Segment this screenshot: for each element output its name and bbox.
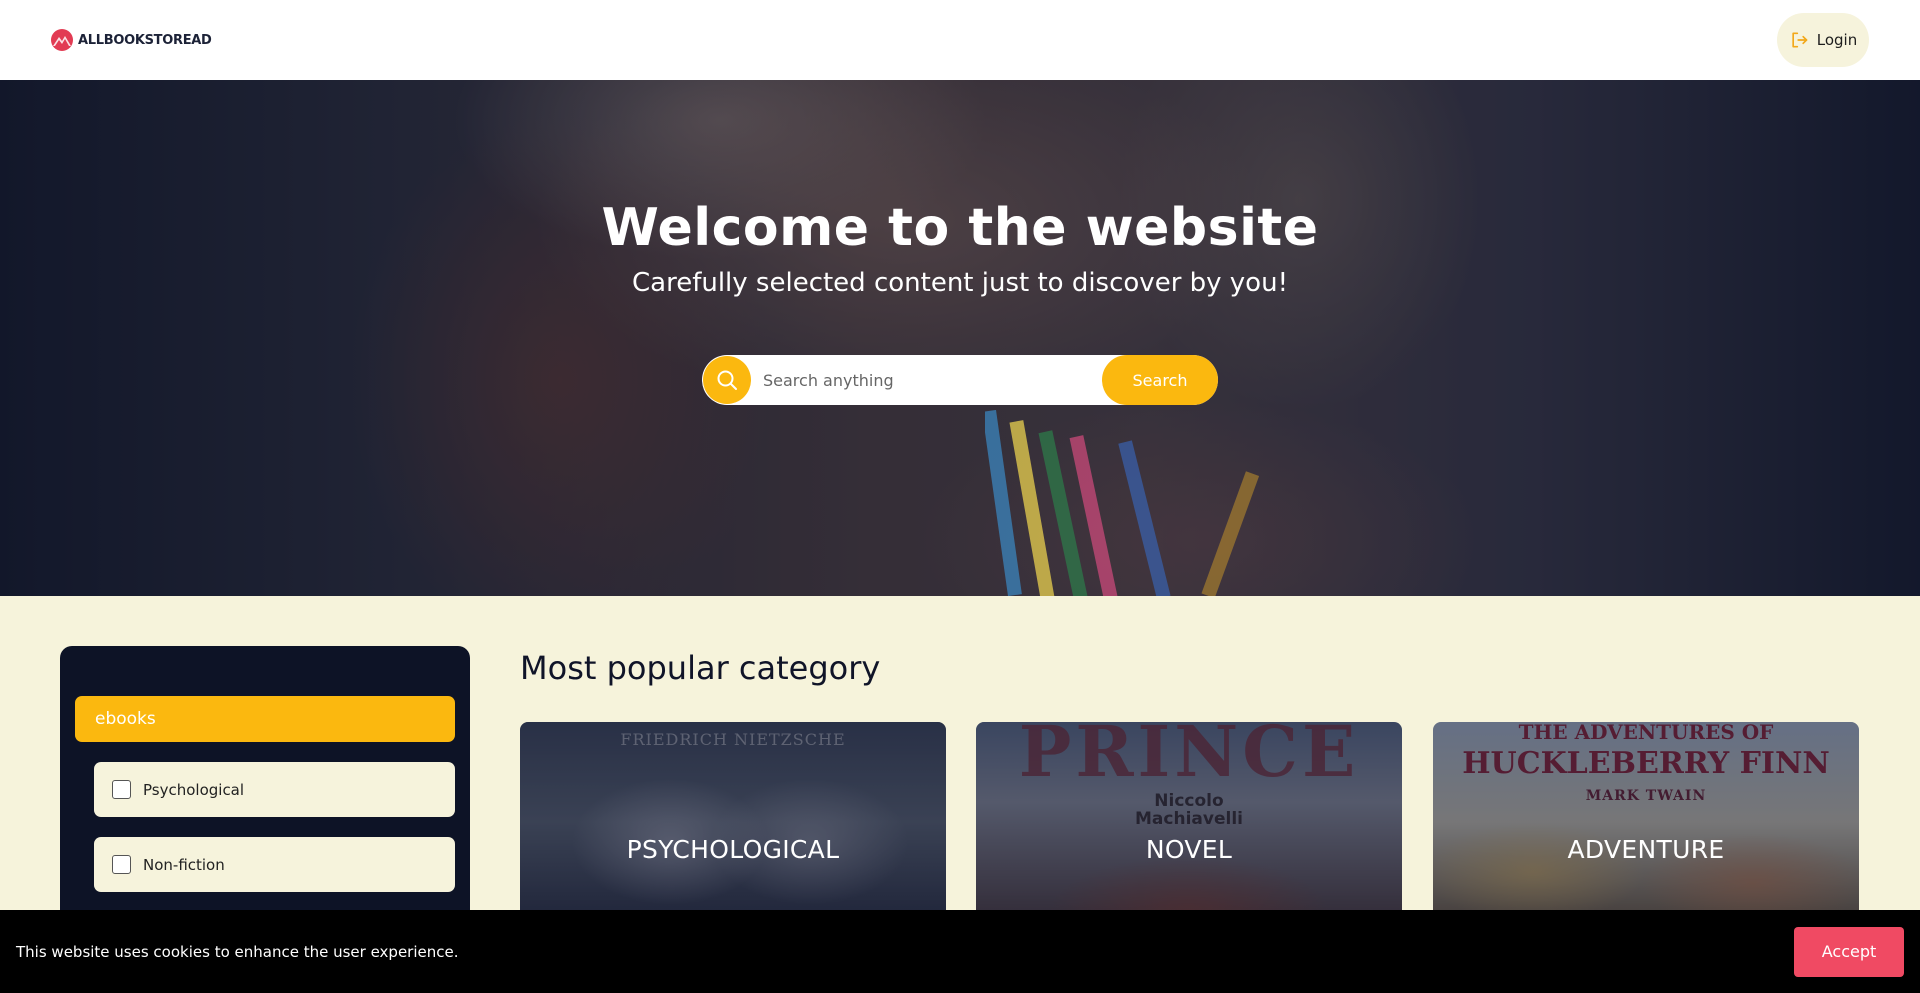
accept-cookies-button[interactable]: Accept — [1794, 926, 1904, 977]
card-shade — [520, 722, 946, 922]
sidebar-item-ebooks[interactable]: ebooks — [75, 696, 455, 742]
category-card-novel[interactable]: PRINCE Niccolo Machiavelli NOVEL — [976, 722, 1402, 922]
section-title: Most popular category — [520, 649, 881, 687]
category-label: PSYCHOLOGICAL — [626, 835, 840, 864]
category-label: NOVEL — [1145, 835, 1233, 864]
colored-pencils-illustration — [985, 410, 1260, 596]
search-icon — [717, 370, 737, 390]
card-shade — [976, 722, 1402, 922]
search-input[interactable] — [751, 370, 1102, 390]
brand-name: ALLBOOKSTOREAD — [78, 32, 212, 48]
hero-overlay — [0, 80, 1920, 596]
search-button[interactable]: Search — [1102, 355, 1218, 405]
filter-label: Non-fiction — [143, 855, 225, 874]
category-label: ADVENTURE — [1567, 835, 1725, 864]
search-icon-button[interactable] — [703, 356, 751, 404]
cookie-banner: This website uses cookies to enhance the… — [0, 910, 1920, 993]
login-button[interactable]: Login — [1777, 13, 1869, 67]
filter-checkbox[interactable] — [112, 780, 131, 799]
cookie-text: This website uses cookies to enhance the… — [16, 942, 459, 961]
card-shade — [1433, 722, 1859, 922]
hero-title: Welcome to the website — [601, 198, 1319, 258]
hero-subtitle: Carefully selected content just to disco… — [632, 268, 1288, 298]
filter-psychological[interactable]: Psychological — [94, 762, 455, 817]
filter-checkbox[interactable] — [112, 855, 131, 874]
login-arrow-icon — [1792, 32, 1808, 48]
search-bar: Search — [702, 355, 1218, 405]
category-card-adventure[interactable]: THE ADVENTURES OF HUCKLEBERRY FINN MARK … — [1433, 722, 1859, 922]
brand[interactable]: ALLBOOKSTOREAD — [50, 28, 212, 52]
site-header: ALLBOOKSTOREAD Login — [0, 0, 1920, 80]
hero-banner: Welcome to the website Carefully selecte… — [0, 80, 1920, 596]
filter-non-fiction[interactable]: Non-fiction — [94, 837, 455, 892]
filter-label: Psychological — [143, 780, 245, 799]
category-card-psychological[interactable]: FRIEDRICH NIETZSCHE PSYCHOLOGICAL — [520, 722, 946, 922]
login-label: Login — [1816, 31, 1858, 49]
mountain-logo-icon — [51, 29, 73, 51]
